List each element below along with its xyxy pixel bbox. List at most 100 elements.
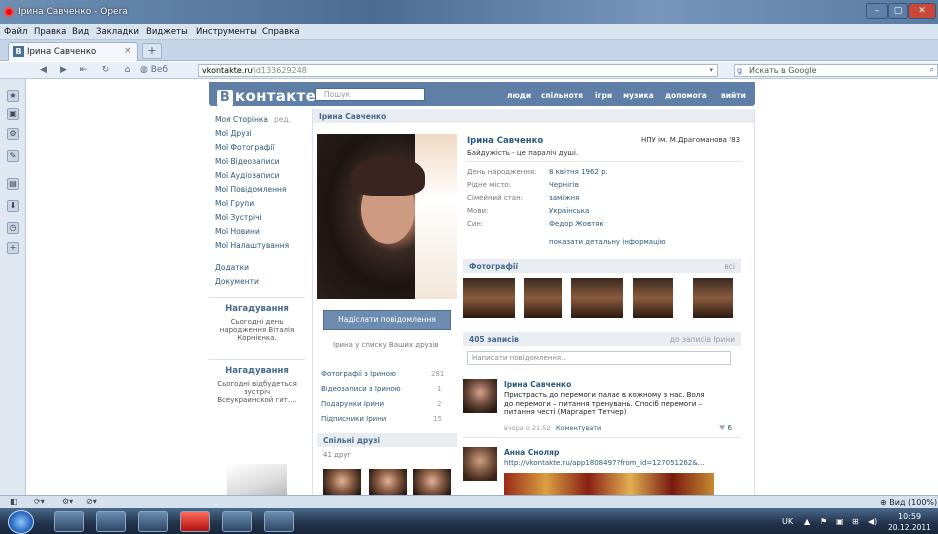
field-value-languages[interactable]: Українська xyxy=(549,207,589,215)
panel-toggle-icon[interactable]: ◧ xyxy=(10,497,18,506)
clock-date[interactable]: 20.12.2011 xyxy=(888,523,931,532)
post-link[interactable]: http://vkontakte.ru/app1808497?from_id=1… xyxy=(504,459,704,467)
field-value-hometown[interactable]: Чернігів xyxy=(549,181,579,189)
url-dropdown-icon[interactable]: ▾ xyxy=(709,66,713,74)
history-panel-icon[interactable]: ◷ xyxy=(7,222,19,234)
wall-link[interactable]: до записів Ірини xyxy=(670,335,735,344)
taskbar-paint-icon[interactable] xyxy=(264,511,294,532)
count-photos-with[interactable]: Фотографії з Іриною xyxy=(321,370,396,378)
taskbar-explorer-icon[interactable] xyxy=(96,511,126,532)
left-menu-videos[interactable]: Мої Відеозаписи xyxy=(215,157,280,166)
menu-tools[interactable]: Инструменты xyxy=(196,27,257,37)
left-menu-apps[interactable]: Додатки xyxy=(215,263,249,272)
profile-school[interactable]: НПУ ім. М.Драгоманова '83 xyxy=(641,136,740,144)
address-field[interactable]: vkontakte.ru /id133629248 ▾ xyxy=(198,64,718,77)
left-menu-news[interactable]: Мої Новини xyxy=(215,227,260,236)
close-button[interactable]: ✕ xyxy=(908,3,936,19)
language-indicator[interactable]: UK xyxy=(782,517,793,526)
rewind-icon[interactable]: ⇤ xyxy=(76,64,91,77)
tray-flag-icon[interactable]: ⚑ xyxy=(820,517,827,526)
count-subscribers[interactable]: Підписники Ірини xyxy=(321,415,386,423)
friend-avatar[interactable] xyxy=(323,469,361,495)
tray-arrow-icon[interactable]: ▲ xyxy=(804,517,810,526)
turbo-icon[interactable]: ⟳▾ xyxy=(34,497,45,506)
post-author[interactable]: Ірина Савченко xyxy=(504,380,571,389)
menu-view[interactable]: Вид xyxy=(72,27,89,37)
add-panel-icon[interactable]: + xyxy=(7,242,19,254)
field-value-marital[interactable]: заміжня xyxy=(549,194,579,202)
taskbar-ie-icon[interactable] xyxy=(54,511,84,532)
left-menu-groups[interactable]: Мої Групи xyxy=(215,199,254,208)
clock-time[interactable]: 10:59 xyxy=(898,512,921,521)
tab-active[interactable]: В Ірина Савченко × xyxy=(8,42,138,61)
vk-nav-people[interactable]: люди xyxy=(507,91,531,100)
window-titlebar[interactable]: Ірина Савченко - Opera – ▢ ✕ xyxy=(0,0,938,24)
vk-nav-logout[interactable]: вийти xyxy=(721,91,746,100)
forward-icon[interactable]: ▶ xyxy=(56,64,71,77)
in-friends-text[interactable]: Ірина у списку Ваших друзів xyxy=(333,341,439,349)
left-menu-audio[interactable]: Мої Аудіозаписи xyxy=(215,171,279,180)
menu-bookmarks[interactable]: Закладки xyxy=(96,27,139,37)
taskbar-media-player-icon[interactable] xyxy=(138,511,168,532)
count-gifts[interactable]: Подарунки Ірини xyxy=(321,400,384,408)
home-icon[interactable]: ⌂ xyxy=(120,64,135,77)
reminder-text[interactable]: Сьогодні день народження Віталія Корнієн… xyxy=(209,318,305,342)
settings-panel-icon[interactable]: ⚙ xyxy=(7,128,19,140)
transfers-panel-icon[interactable]: ▤ xyxy=(7,178,19,190)
taskbar-opera-icon[interactable] xyxy=(180,511,210,532)
notes-panel-icon[interactable]: ✎ xyxy=(7,150,19,162)
friends-count[interactable]: 41 друг xyxy=(323,451,351,459)
left-menu-friends[interactable]: Мої Друзі xyxy=(215,129,252,138)
show-details-link[interactable]: показати детальну інформацію xyxy=(549,238,666,246)
post-author[interactable]: Анна Сноляр xyxy=(504,448,559,457)
field-value-son[interactable]: Федор Жовтяк xyxy=(549,220,604,228)
tray-screen-icon[interactable]: ▣ xyxy=(836,517,844,526)
friend-avatar[interactable] xyxy=(369,469,407,495)
tray-volume-icon[interactable]: ◀) xyxy=(868,517,877,526)
left-menu-messages[interactable]: Мої Повідомлення xyxy=(215,185,286,194)
field-value-birthday[interactable]: 8 квітня 1962 р. xyxy=(549,168,608,176)
photo-thumb[interactable] xyxy=(693,278,733,318)
reload-icon[interactable]: ↻ xyxy=(98,64,113,77)
post-like-button[interactable]: ♥ 6 xyxy=(719,424,732,432)
maximize-button[interactable]: ▢ xyxy=(888,3,908,19)
widgets-panel-icon[interactable]: ▣ xyxy=(7,108,19,120)
post-avatar[interactable] xyxy=(463,447,497,481)
photo-thumb[interactable] xyxy=(463,278,515,318)
menu-widgets[interactable]: Виджеты xyxy=(146,27,188,37)
vk-nav-games[interactable]: ігри xyxy=(595,91,612,100)
left-menu-photos[interactable]: Мої Фотографії xyxy=(215,143,274,152)
vk-nav-help[interactable]: допомога xyxy=(665,91,707,100)
menu-help[interactable]: Справка xyxy=(262,27,299,37)
images-toggle-icon[interactable]: ⊘▾ xyxy=(86,497,97,506)
post-avatar[interactable] xyxy=(463,379,497,413)
minimize-button[interactable]: – xyxy=(866,3,888,19)
ad-image[interactable] xyxy=(227,464,287,495)
bookmarks-panel-icon[interactable]: ★ xyxy=(7,90,19,102)
post-image[interactable] xyxy=(504,473,714,495)
reminder-text[interactable]: Сьогодні відбудеться зустріч Всеукраинск… xyxy=(209,380,305,404)
photo-thumb[interactable] xyxy=(571,278,623,318)
photos-all-link[interactable]: всі xyxy=(724,262,735,271)
unite-icon[interactable]: ⚙▾ xyxy=(62,497,73,506)
vk-logo[interactable]: Вконтакте xyxy=(217,87,316,106)
zoom-level[interactable]: ⊕ Вид (100%) xyxy=(880,498,937,507)
left-menu-documents[interactable]: Документи xyxy=(215,277,259,286)
vk-nav-music[interactable]: музика xyxy=(623,91,654,100)
search-icon[interactable]: ⌕ xyxy=(930,65,934,75)
left-menu-settings[interactable]: Мої Налаштування xyxy=(215,241,289,250)
vk-search-input[interactable]: Пошук xyxy=(315,88,425,101)
start-button[interactable] xyxy=(8,510,34,534)
new-tab-button[interactable]: + xyxy=(142,43,162,59)
count-videos-with[interactable]: Відеозаписи з Іриною xyxy=(321,385,401,393)
profile-photo[interactable] xyxy=(317,134,457,299)
vk-nav-communities[interactable]: спільнотя xyxy=(541,91,583,100)
menu-file[interactable]: Файл xyxy=(4,27,27,37)
photo-thumb[interactable] xyxy=(524,278,562,318)
left-menu-my-page[interactable]: Моя Сторінка xyxy=(215,115,268,124)
back-icon[interactable]: ◀ xyxy=(36,64,51,77)
wall-post-input[interactable]: Написати повідомлення.. xyxy=(467,351,731,365)
tab-close-icon[interactable]: × xyxy=(124,46,132,56)
post-time[interactable]: вчора о 21:52 xyxy=(504,424,551,432)
post-comment-link[interactable]: Коментувати xyxy=(556,424,601,432)
